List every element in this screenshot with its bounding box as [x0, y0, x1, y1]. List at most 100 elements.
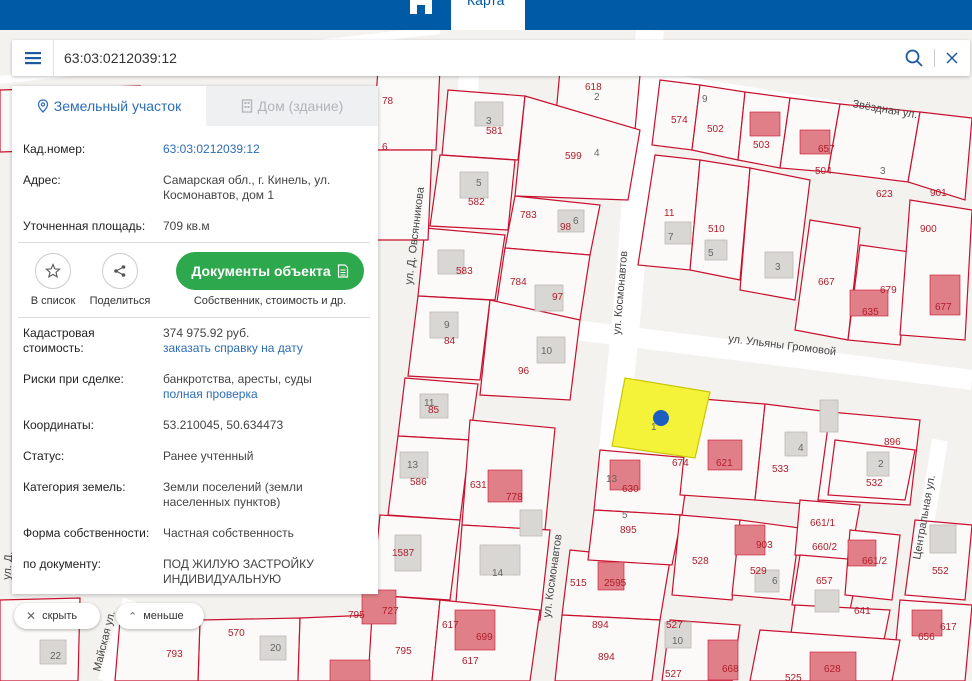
status-label: Статус:: [23, 449, 65, 463]
svg-text:778: 778: [506, 492, 523, 503]
tab-map[interactable]: Карта: [451, 0, 525, 30]
svg-text:1587: 1587: [392, 548, 415, 559]
svg-text:7: 7: [668, 232, 674, 243]
search-input[interactable]: [64, 47, 884, 69]
svg-text:532: 532: [866, 478, 883, 489]
area-label: Уточненная площадь:: [23, 219, 146, 233]
location-pin-icon: [37, 99, 48, 113]
less-button[interactable]: ⌃ меньше: [116, 603, 204, 629]
document-label: по документу:: [23, 557, 101, 571]
svg-text:78: 78: [382, 96, 394, 107]
share-button[interactable]: [102, 253, 138, 289]
address-line-1: Самарская обл., г. Кинель, ул.: [163, 173, 331, 187]
svg-text:6: 6: [772, 576, 778, 587]
svg-text:699: 699: [476, 632, 493, 643]
document-line-1: ПОД ЖИЛУЮ ЗАСТРОЙКУ: [163, 557, 314, 571]
svg-text:14: 14: [492, 568, 504, 579]
divider: [18, 242, 370, 243]
add-to-list-button[interactable]: [35, 253, 71, 289]
full-check-link[interactable]: полная проверка: [163, 387, 258, 402]
svg-text:20: 20: [270, 643, 282, 654]
svg-text:1: 1: [651, 422, 657, 433]
svg-text:510: 510: [708, 224, 725, 235]
svg-text:657: 657: [816, 576, 833, 587]
svg-text:570: 570: [228, 628, 245, 639]
category-label: Категория земель:: [23, 480, 126, 494]
svg-text:668: 668: [722, 664, 739, 675]
menu-button[interactable]: [12, 40, 54, 76]
hamburger-icon: [24, 52, 41, 65]
hide-panel-button[interactable]: ✕ скрыть: [14, 603, 100, 629]
svg-text:502: 502: [707, 124, 724, 135]
object-documents-label: Документы объекта: [191, 263, 331, 279]
svg-text:10: 10: [672, 636, 684, 647]
share-label: Поделиться: [89, 295, 151, 307]
tab-map-label: Карта: [467, 0, 505, 8]
svg-text:900: 900: [920, 224, 937, 235]
svg-text:6: 6: [382, 142, 388, 153]
svg-text:661/1: 661/1: [810, 518, 835, 529]
svg-text:901: 901: [930, 188, 947, 199]
svg-text:623: 623: [876, 189, 893, 200]
svg-text:894: 894: [598, 652, 615, 663]
svg-text:793: 793: [166, 649, 183, 660]
svg-text:903: 903: [756, 540, 773, 551]
ownership-label: Форма собственности:: [23, 526, 150, 540]
close-icon[interactable]: [942, 48, 962, 68]
less-label: меньше: [143, 610, 184, 622]
svg-text:2: 2: [878, 459, 884, 470]
svg-text:583: 583: [456, 266, 473, 277]
svg-text:2595: 2595: [604, 578, 627, 589]
svg-text:4: 4: [594, 148, 600, 159]
svg-text:5: 5: [708, 248, 714, 259]
svg-text:85: 85: [428, 405, 440, 416]
search-bar: [12, 40, 970, 76]
order-certificate-link[interactable]: заказать справку на дату: [163, 341, 303, 356]
cadnum-link[interactable]: 63:03:0212039:12: [163, 142, 368, 157]
svg-text:628: 628: [824, 664, 841, 675]
svg-text:657: 657: [818, 144, 835, 155]
svg-text:617: 617: [442, 620, 459, 631]
svg-text:98: 98: [560, 222, 572, 233]
svg-text:581: 581: [486, 126, 503, 137]
tab-land-label: Земельный участок: [53, 98, 182, 114]
svg-text:11: 11: [664, 208, 675, 219]
object-documents-button[interactable]: Документы объекта: [176, 252, 364, 290]
top-navigation-bar: Карта: [0, 0, 972, 30]
svg-text:795: 795: [348, 610, 365, 621]
svg-text:641: 641: [854, 606, 871, 617]
svg-text:895: 895: [620, 525, 637, 536]
svg-text:6: 6: [573, 216, 579, 227]
svg-text:599: 599: [565, 151, 582, 162]
ownership-value: Частная собственность: [163, 526, 294, 540]
svg-text:894: 894: [592, 620, 609, 631]
svg-text:5: 5: [476, 178, 482, 189]
address-line-2: Космонавтов, дом 1: [163, 188, 275, 202]
tab-land-plot[interactable]: Земельный участок: [12, 86, 206, 126]
svg-text:9: 9: [702, 94, 708, 105]
hide-label: скрыть: [42, 610, 78, 622]
svg-text:9: 9: [444, 320, 450, 331]
cadnum-label: Кад.номер:: [23, 142, 86, 156]
svg-text:504: 504: [815, 166, 832, 177]
svg-text:795: 795: [395, 646, 412, 657]
home-icon[interactable]: [408, 0, 434, 14]
tab-house[interactable]: Дом (здание): [206, 86, 378, 126]
svg-text:784: 784: [510, 277, 527, 288]
coords-value: 53.210045, 50.634473: [163, 418, 284, 432]
svg-text:13: 13: [606, 474, 618, 485]
search-icon[interactable]: [904, 48, 924, 68]
svg-text:84: 84: [444, 336, 456, 347]
svg-text:630: 630: [622, 484, 639, 495]
svg-text:515: 515: [570, 578, 587, 589]
svg-text:617: 617: [462, 656, 479, 667]
object-documents-subtitle: Собственник, стоимость и др.: [193, 295, 347, 307]
svg-text:529: 529: [750, 566, 767, 577]
svg-text:4: 4: [798, 443, 804, 454]
category-line-2: населенных пунктов): [163, 495, 281, 509]
svg-text:13: 13: [407, 460, 419, 471]
area-value: 709 кв.м: [163, 219, 210, 233]
address-label: Адрес:: [23, 173, 61, 187]
svg-text:635: 635: [862, 307, 879, 318]
cost-value: 374 975.92 руб.: [163, 326, 250, 340]
